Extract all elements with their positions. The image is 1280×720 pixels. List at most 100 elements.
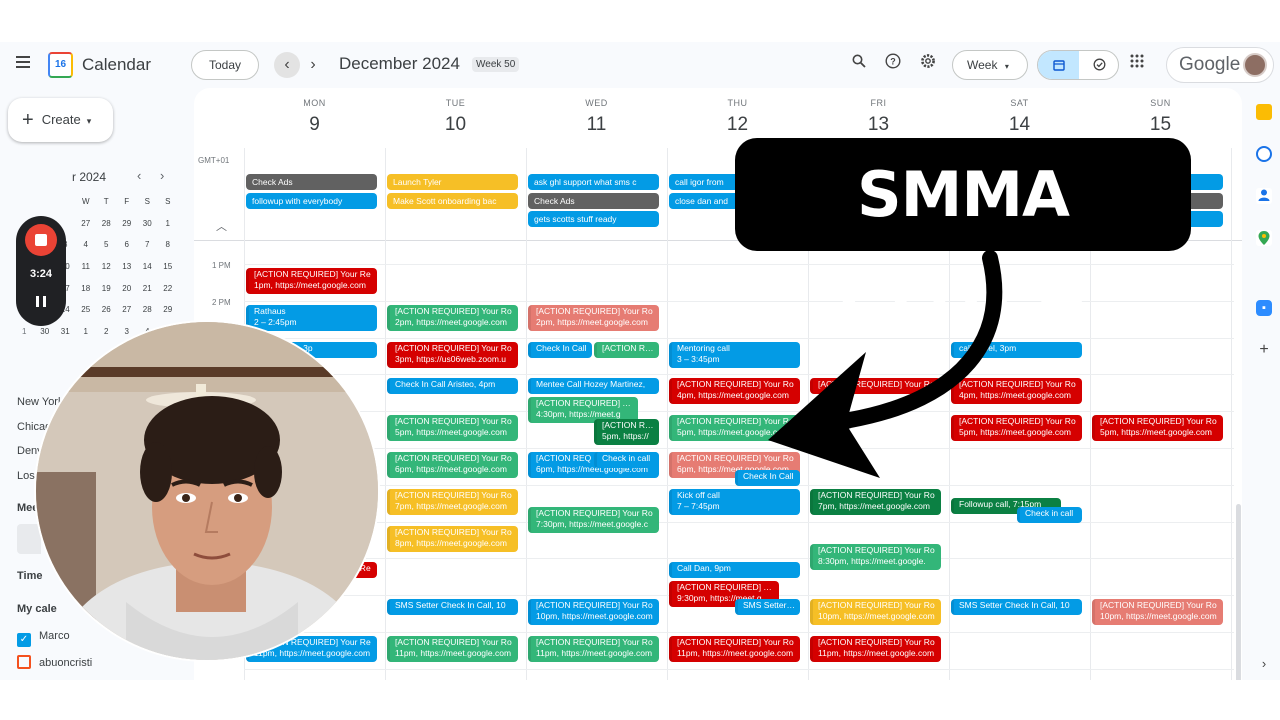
mini-day[interactable]: 18 (76, 279, 97, 301)
calendar-event[interactable]: [ACTION REQUIRED] Your Ro 2pm, https://me… (528, 304, 659, 331)
mini-day[interactable]: 31 (55, 322, 76, 344)
allday-event[interactable]: followup with everybody (246, 192, 377, 209)
allday-event[interactable]: ask ghl support what sms c (528, 174, 659, 190)
calendar-event[interactable]: Kick off call 7 – 7:45pm (669, 488, 800, 515)
allday-event[interactable]: Make Scott onboarding bac (387, 192, 518, 209)
calendar-event[interactable]: [ACTION REQUIRED] Your Ro 5pm, https://me… (669, 415, 800, 442)
settings-gear-icon[interactable] (917, 53, 939, 75)
tasks-view-icon[interactable] (1079, 51, 1118, 79)
today-button[interactable]: Today (191, 50, 259, 80)
calendar-event[interactable]: [ACTION REQ 5pm, https:// (594, 418, 659, 445)
calendar-event[interactable]: [ACTION REQ (594, 341, 659, 358)
day-header[interactable]: SUN 15 (1090, 88, 1231, 136)
calendar-event[interactable]: [ACTION REQUIRED] Your Ro 11pm, https://m… (387, 636, 518, 662)
calendar-event[interactable]: [ACTION REQUIRED] Your Ro 6pm, https://me… (387, 452, 518, 478)
mini-day[interactable]: 1 (158, 214, 179, 236)
chevron-left-icon[interactable]: ‹ (274, 52, 300, 78)
calendar-event[interactable]: [ACTION REQUIRED] Your Ro 11pm, https://m… (810, 636, 941, 662)
day-header[interactable]: WED 11 (526, 88, 667, 136)
mini-day[interactable]: 12 (96, 257, 117, 279)
day-header[interactable]: TUE 10 (385, 88, 526, 136)
mini-day[interactable]: 1 (76, 322, 97, 344)
calendar-list-item[interactable]: ✓ Marco (17, 630, 70, 647)
zoom-icon[interactable]: ▪ (1256, 300, 1272, 316)
mini-day[interactable]: 15 (158, 257, 179, 279)
calendar-event[interactable]: Check In Call (528, 341, 592, 358)
mini-day[interactable]: 26 (96, 300, 117, 322)
calendar-event[interactable]: [ACTION REQUIRED] Your Ro 10pm, https://m… (528, 599, 659, 626)
mini-day[interactable]: 8 (158, 235, 179, 257)
calendar-event[interactable]: Rathaus 2 – 2:45pm (246, 304, 377, 331)
mini-day[interactable]: 29 (117, 214, 138, 236)
mini-day[interactable]: 28 (137, 300, 158, 322)
checkbox-icon[interactable]: ✓ (17, 633, 31, 647)
day-number[interactable]: 14 (949, 114, 1090, 136)
calendar-event[interactable]: [ACTION REQUIRED] Your Ro 8:30pm, https:/… (810, 544, 941, 570)
calendar-event[interactable]: [ACTION REQUIRED] Your Ro 5pm, https://me… (387, 415, 518, 442)
create-button[interactable]: + Create ▾ (8, 98, 113, 142)
mini-next-chevron-icon[interactable]: › (160, 168, 164, 183)
calendar-event[interactable]: Call Dan, 9pm (669, 562, 800, 579)
calendar-event[interactable]: Check In Call (735, 470, 800, 487)
day-header[interactable]: SAT 14 (949, 88, 1090, 136)
calendar-event[interactable]: [ACTION REQUIRED] Your Re 1pm, https://me… (246, 268, 377, 294)
mini-day[interactable]: 6 (117, 235, 138, 257)
calendar-event[interactable]: [ACTION REQUIRED] Your Ro 11pm, https://m… (669, 636, 800, 662)
account-button[interactable]: Google (1166, 47, 1274, 83)
day-number[interactable]: 12 (667, 114, 808, 136)
calendar-event[interactable]: [ACTION REQUIRED] Your Ro 7pm, https://me… (810, 488, 941, 515)
mini-day[interactable]: 30 (137, 214, 158, 236)
day-number[interactable]: 11 (526, 114, 667, 136)
day-header[interactable]: THU 12 (667, 88, 808, 136)
mini-day[interactable]: 25 (76, 300, 97, 322)
calendar-event[interactable]: [ACTION REQUIRED] Your Ro 2pm, https://me… (387, 304, 518, 331)
calendar-list-item[interactable]: abuoncristi (17, 655, 92, 671)
calendar-event[interactable]: SMS Setter Ch (735, 599, 800, 616)
pause-icon[interactable] (31, 292, 51, 312)
mini-day[interactable]: 27 (117, 300, 138, 322)
mini-day[interactable]: 27 (76, 214, 97, 236)
mini-day[interactable]: 13 (117, 257, 138, 279)
day-header[interactable]: MON 9 (244, 88, 385, 136)
day-number[interactable]: 9 (244, 114, 385, 136)
mini-day[interactable]: 21 (137, 279, 158, 301)
calendar-event[interactable]: [ACTION REQUIRED] Your Ro 8pm, https://me… (387, 525, 518, 552)
calendar-event[interactable]: [ACTION REQUIRED] Your Ro 10pm, https://m… (1092, 599, 1223, 626)
mini-prev-chevron-icon[interactable]: ‹ (137, 168, 141, 183)
help-icon[interactable]: ? (882, 53, 904, 75)
add-addon-icon[interactable]: + (1256, 342, 1272, 358)
mini-day[interactable]: 29 (158, 300, 179, 322)
day-number[interactable]: 10 (385, 114, 526, 136)
calendar-event[interactable]: Mentoring call 3 – 3:45pm (669, 341, 800, 368)
grid-scrollbar[interactable] (1236, 504, 1241, 680)
mini-day[interactable]: 28 (96, 214, 117, 236)
calendar-event[interactable]: [ACTION REQUIRED] Your Ro 4pm, https://me… (951, 378, 1082, 405)
view-select-dropdown[interactable]: Week ▾ (952, 50, 1028, 80)
calendar-event[interactable]: Check in call (594, 452, 659, 468)
day-number[interactable]: 13 (808, 114, 949, 136)
calendar-event[interactable]: [ACTION REQUIRED] Your Ro 5pm, https://me… (951, 415, 1082, 442)
contacts-icon[interactable] (1256, 188, 1272, 204)
calendar-event[interactable]: [ACTION REQUIRED] Your Ro 7:30pm, https:/… (528, 507, 659, 534)
mini-day[interactable]: 2 (96, 322, 117, 344)
allday-event[interactable]: Check Ads (246, 174, 377, 190)
collapse-allday-chevron-icon[interactable]: ︿ (216, 218, 227, 234)
mini-day[interactable]: 11 (76, 257, 97, 279)
calendar-event[interactable]: [ACTION REQUIRED] Your Ro 7pm, https://me… (387, 488, 518, 515)
mini-day[interactable]: 7 (137, 235, 158, 257)
checkbox-icon[interactable] (17, 655, 31, 669)
calendar-event[interactable]: [ACTION REQUIRED] Your Ro 10pm, https://m… (810, 599, 941, 626)
expand-panel-chevron-icon[interactable]: › (1256, 656, 1272, 672)
apps-grid-icon[interactable] (1130, 54, 1144, 71)
calendar-event[interactable]: [ACTION REQUIRED] Your Ro 5pm, https://me… (1092, 415, 1223, 442)
allday-event[interactable]: Launch Tyler (387, 174, 518, 190)
calendar-event[interactable]: Check In Call Aristeo, 4pm (387, 378, 518, 395)
tasks-icon[interactable] (1256, 146, 1272, 162)
day-header[interactable]: FRI 13 (808, 88, 949, 136)
keep-icon[interactable] (1256, 104, 1272, 120)
calendar-event[interactable]: SMS Setter Check In Call, 10 (387, 599, 518, 616)
calendar-event[interactable]: [ACTION REQUIRED] Your Ro (810, 378, 941, 395)
chevron-right-icon[interactable]: › (300, 52, 326, 78)
day-number[interactable]: 15 (1090, 114, 1231, 136)
mini-day[interactable]: 20 (117, 279, 138, 301)
